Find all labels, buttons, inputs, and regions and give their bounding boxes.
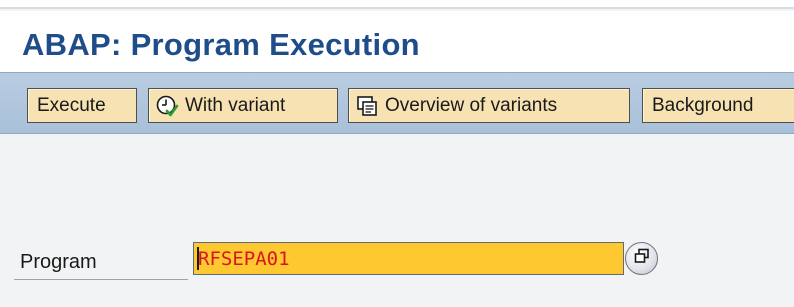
possible-entries-button[interactable] [625,242,658,275]
page-title: ABAP: Program Execution [22,27,420,62]
execute-label: Execute [37,94,106,116]
top-border [0,0,794,9]
clock-check-icon [155,94,179,118]
variants-overview-icon [355,94,379,118]
text-cursor [197,247,199,270]
background-button[interactable]: Background [642,88,794,123]
label-underline [14,279,188,280]
background-label: Background [652,94,754,116]
application-toolbar: Execute With variant Overview of variant… [0,72,794,134]
program-label: Program [20,251,97,273]
overview-of-variants-label: Overview of variants [385,94,558,116]
with-variant-button[interactable]: With variant [148,88,338,123]
selection-screen: Program [0,135,794,307]
program-input[interactable] [193,242,624,275]
title-bar: ABAP: Program Execution [0,11,794,72]
sap-window: ABAP: Program Execution Execute With var… [0,0,794,307]
possible-entries-icon [633,247,651,270]
with-variant-label: With variant [185,94,286,116]
overview-of-variants-button[interactable]: Overview of variants [348,88,630,123]
execute-button[interactable]: Execute [27,88,137,123]
